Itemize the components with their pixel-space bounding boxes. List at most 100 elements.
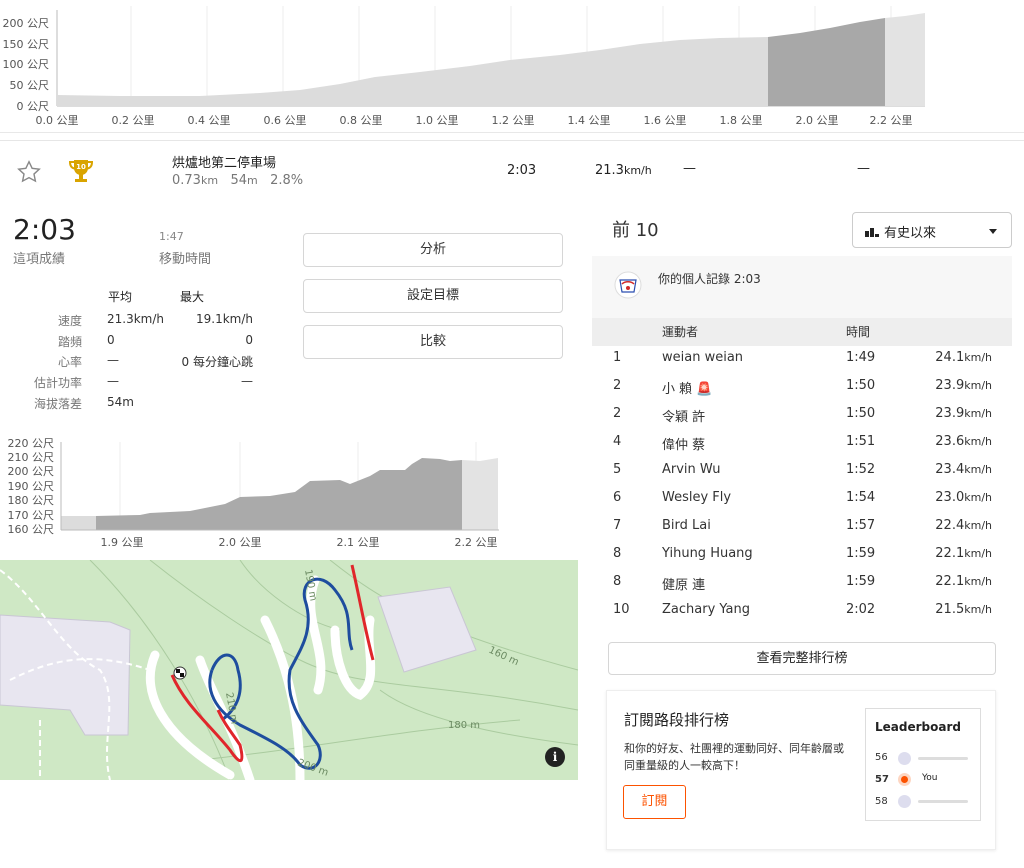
row-time[interactable]: 1:50 [846,378,875,393]
athlete-name-link[interactable]: Yihung Huang [662,546,753,561]
segment-grade: 2.8% [270,173,304,188]
y-tick: 100 公尺 [3,58,50,71]
row-time[interactable]: 1:51 [846,434,875,449]
leaderboard-row[interactable]: 7 Bird Lai 1:57 22.4km/h [592,513,1012,541]
leaderboard-header: 運動者 時間 [592,318,1012,346]
segment-name[interactable]: 烘爐地第二停車場 [172,152,276,171]
stat-max: — [241,374,253,388]
compare-button[interactable]: 比較 [303,325,563,359]
athlete-name-link[interactable]: 小 賴 🚨 [662,378,712,397]
leaderboard-row[interactable]: 8 健原 連 1:59 22.1km/h [592,569,1012,597]
map-info-button[interactable]: i [545,747,565,767]
athlete-name-link[interactable]: 令穎 許 [662,406,705,425]
leaderboard-row[interactable]: 2 小 賴 🚨 1:50 23.9km/h [592,373,1012,401]
row-time[interactable]: 1:52 [846,462,875,477]
moving-time-label: 移動時間 [159,252,212,267]
header-avg: 平均 [108,290,133,304]
athlete-name-link[interactable]: Arvin Wu [662,462,721,477]
you-dot [898,773,911,786]
x-tick: 1.4 公里 [568,114,611,127]
row-speed: 23.9km/h [935,378,992,393]
leaderboard-illustration: Leaderboard 56 57 You 58 [865,708,981,821]
segment-speed-value: 21.3 [595,163,624,178]
x-tick: 0.6 公里 [264,114,307,127]
x-tick: 0.0 公里 [36,114,79,127]
row-rank: 2 [613,378,622,393]
leaderboard-filter-select[interactable]: 有史以來 [852,212,1012,248]
contour-label: 180 m [448,720,480,731]
row-speed-value: 23.9 [935,378,965,393]
effort-time: 2:03 [13,213,76,246]
row-speed-unit: km/h [964,379,992,392]
bar-chart-icon [865,228,879,237]
illustration-rank: 58 [875,796,888,807]
you-label: You [922,773,938,783]
analyze-button[interactable]: 分析 [303,233,563,267]
athlete-name-link[interactable]: Zachary Yang [662,602,750,617]
y-tick: 150 公尺 [3,38,50,51]
leaderboard-row[interactable]: 5 Arvin Wu 1:52 23.4km/h [592,457,1012,485]
row-speed: 22.4km/h [935,518,992,533]
segment-map[interactable]: 160 m 180 m 210 m 200 m 190 m [0,560,578,780]
row-rank: 7 [613,518,622,533]
stat-label: 速度 [57,314,82,328]
set-goal-button[interactable]: 設定目標 [303,279,563,313]
segment-elevation-chart[interactable]: 220 公尺 210 公尺 200 公尺 190 公尺 180 公尺 170 公… [0,434,505,554]
x-tick: 0.2 公里 [112,114,155,127]
y-tick: 180 公尺 [8,494,55,507]
row-rank: 5 [613,462,622,477]
row-speed-value: 23.4 [935,462,965,477]
header-max: 最大 [180,290,205,304]
stat-label: 估計功率 [33,376,82,390]
star-icon[interactable] [16,159,42,185]
row-speed: 23.9km/h [935,406,992,421]
row-time[interactable]: 1:49 [846,350,875,365]
x-tick: 2.0 公里 [219,536,262,549]
segment-row[interactable]: 10 烘爐地第二停車場 0.73km 54m 2.8% 2:03 21.3km/… [0,140,1024,200]
athlete-name-link[interactable]: 健原 連 [662,574,705,593]
segment-time: 2:03 [507,163,537,178]
athlete-name-link[interactable]: 偉仲 蔡 [662,434,705,453]
elevation-profile-chart[interactable]: 200 公尺 150 公尺 100 公尺 50 公尺 0 公尺 0.0 公里 0… [0,0,940,132]
row-speed-unit: km/h [964,435,992,448]
subscribe-description: 和你的好友、社團裡的運動同好、同年齡層或同重量級的人一較高下！ [624,742,844,772]
row-rank: 6 [613,490,622,505]
row-speed-value: 23.0 [935,490,965,505]
stat-label: 踏頻 [57,335,82,349]
illustration-title: Leaderboard [875,720,961,734]
leaderboard-row[interactable]: 1 weian weian 1:49 24.1km/h [592,345,1012,373]
subscribe-title: 訂閱路段排行榜 [624,711,730,729]
row-time[interactable]: 1:54 [846,490,875,505]
row-time[interactable]: 1:57 [846,518,875,533]
athlete-name-link[interactable]: Wesley Fly [662,490,731,505]
y-tick: 200 公尺 [8,465,55,478]
y-tick: 50 公尺 [10,79,50,92]
leaderboard-row[interactable]: 2 令穎 許 1:50 23.9km/h [592,401,1012,429]
row-speed-value: 22.1 [935,546,965,561]
x-tick: 1.6 公里 [644,114,687,127]
row-speed-value: 22.1 [935,574,965,589]
leaderboard-row[interactable]: 8 Yihung Huang 1:59 22.1km/h [592,541,1012,569]
avatar-placeholder [898,795,911,808]
row-time[interactable]: 1:59 [846,574,875,589]
segment-highlight-area [768,18,885,106]
row-speed-unit: km/h [964,463,992,476]
leaderboard-row[interactable]: 4 偉仲 蔡 1:51 23.6km/h [592,429,1012,457]
x-tick: 2.1 公里 [337,536,380,549]
row-time[interactable]: 1:50 [846,406,875,421]
athlete-name-link[interactable]: Bird Lai [662,518,711,533]
leaderboard-row[interactable]: 10 Zachary Yang 2:02 21.5km/h [592,597,1012,625]
x-tick: 0.8 公里 [340,114,383,127]
row-time[interactable]: 2:02 [846,602,875,617]
stat-avg: 54m [107,395,134,409]
row-rank: 4 [613,434,622,449]
athlete-name-link[interactable]: weian weian [662,350,743,365]
trophy-icon: 10 [68,160,94,182]
segment-distance: 0.73 [172,173,201,188]
leaderboard-row[interactable]: 6 Wesley Fly 1:54 23.0km/h [592,485,1012,513]
distance-unit: km [200,174,219,187]
row-speed-unit: km/h [964,351,992,364]
row-time[interactable]: 1:59 [846,546,875,561]
subscribe-button[interactable]: 訂閱 [623,785,686,819]
view-full-leaderboard-button[interactable]: 查看完整排行榜 [608,642,996,675]
